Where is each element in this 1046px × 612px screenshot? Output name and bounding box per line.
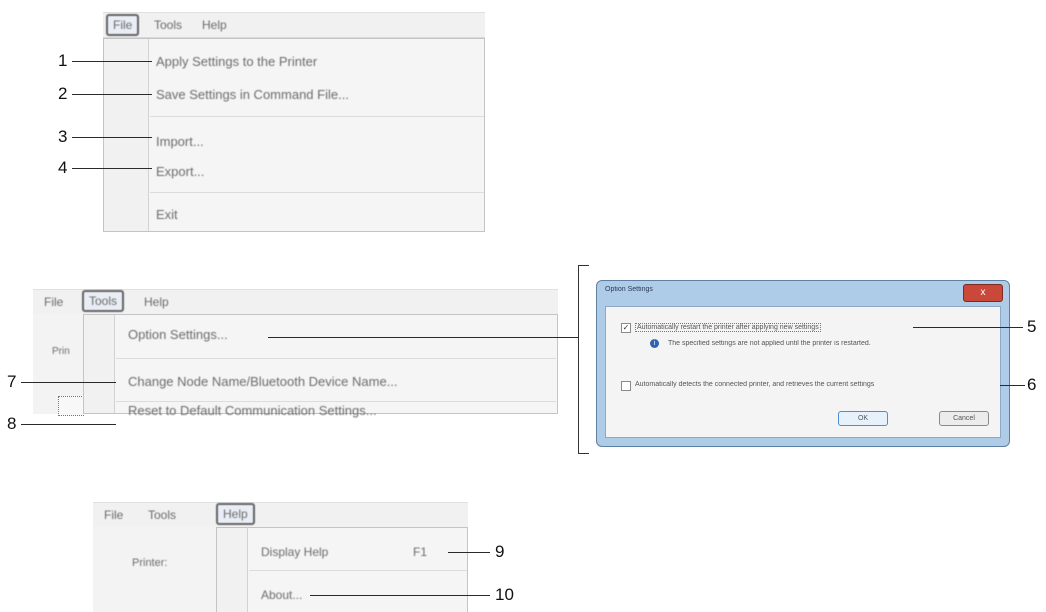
- menu-help[interactable]: Help: [216, 503, 255, 525]
- callout-line-2: [72, 94, 152, 95]
- menu-separator: [249, 570, 467, 571]
- menu-item-change-node-name[interactable]: Change Node Name/Bluetooth Device Name..…: [128, 374, 398, 390]
- menu-help[interactable]: Help: [138, 292, 175, 312]
- menu-separator: [116, 358, 556, 359]
- menu-item-save-command-file[interactable]: Save Settings in Command File...: [156, 87, 349, 103]
- menu-item-export[interactable]: Export...: [156, 164, 204, 180]
- menu-gutter: [104, 39, 149, 231]
- menu-item-shortcut: F1: [413, 545, 428, 559]
- menu-item-apply-settings[interactable]: Apply Settings to the Printer: [156, 54, 317, 70]
- menu-item-display-help[interactable]: Display Help: [261, 544, 328, 560]
- menu-file[interactable]: File: [106, 14, 140, 36]
- dialog-close-button[interactable]: x: [963, 284, 1003, 302]
- callout-4: 4: [58, 158, 68, 177]
- detect-checkbox[interactable]: [621, 381, 631, 391]
- cancel-button[interactable]: Cancel: [939, 411, 989, 426]
- restart-checkbox-label[interactable]: Automatically restart the printer after …: [635, 323, 821, 332]
- callout-7: 7: [7, 372, 17, 391]
- menu-separator: [150, 192, 484, 193]
- callout-line-option-settings: [268, 337, 578, 338]
- menu-item-reset-communication[interactable]: Reset to Default Communication Settings.…: [128, 403, 377, 419]
- menu-gutter: [84, 315, 115, 413]
- callout-1: 1: [58, 51, 68, 70]
- bracket-left: [578, 265, 589, 454]
- option-settings-dialog: Option Settings x ✓ Automatically restar…: [596, 280, 1010, 447]
- menu-file[interactable]: File: [38, 292, 69, 312]
- callout-line-7: [21, 382, 116, 383]
- dialog-body: ✓ Automatically restart the printer afte…: [605, 306, 1001, 438]
- tools-dropdown: Option Settings... Change Node Name/Blue…: [83, 314, 558, 418]
- menu-file[interactable]: File: [98, 505, 129, 525]
- menu-tools[interactable]: Tools: [148, 15, 188, 35]
- callout-5: 5: [1027, 317, 1037, 336]
- menu-item-exit[interactable]: Exit: [156, 207, 178, 223]
- callout-2: 2: [58, 84, 68, 103]
- callout-10: 10: [495, 585, 514, 604]
- callout-line-4: [72, 168, 152, 169]
- menu-separator: [150, 116, 484, 117]
- menu-tools[interactable]: Tools: [142, 505, 182, 525]
- printer-label: Prin: [52, 346, 70, 357]
- info-icon: i: [650, 339, 659, 348]
- callout-8: 8: [7, 414, 17, 433]
- callout-line-8: [21, 424, 116, 425]
- restart-checkbox[interactable]: ✓: [621, 323, 631, 333]
- callout-line-5: [913, 327, 1023, 328]
- file-dropdown: Apply Settings to the Printer Save Setti…: [103, 38, 485, 232]
- ok-button[interactable]: OK: [838, 411, 888, 426]
- callout-line-10: [310, 595, 490, 596]
- callout-line-9: [448, 552, 490, 553]
- menu-help[interactable]: Help: [196, 15, 233, 35]
- callout-line-3: [72, 137, 152, 138]
- callout-3: 3: [58, 127, 68, 146]
- info-note: The specified settings are not applied u…: [668, 340, 871, 347]
- small-window-icon: [58, 396, 84, 416]
- printer-label: Printer:: [132, 557, 168, 569]
- menu-item-import[interactable]: Import...: [156, 134, 204, 150]
- detect-checkbox-label[interactable]: Automatically detects the connected prin…: [635, 381, 874, 388]
- menu-separator: [116, 401, 556, 402]
- callout-9: 9: [495, 542, 505, 561]
- callout-line-1: [72, 61, 152, 62]
- menu-item-option-settings[interactable]: Option Settings...: [128, 327, 228, 343]
- callout-line-6: [1000, 385, 1025, 386]
- menu-tools[interactable]: Tools: [82, 290, 125, 312]
- dialog-title: Option Settings: [605, 286, 653, 293]
- help-dropdown: Display Help F1 About...: [216, 527, 468, 612]
- menu-item-about[interactable]: About...: [261, 587, 302, 603]
- menu-gutter: [217, 528, 248, 612]
- callout-6: 6: [1027, 375, 1037, 394]
